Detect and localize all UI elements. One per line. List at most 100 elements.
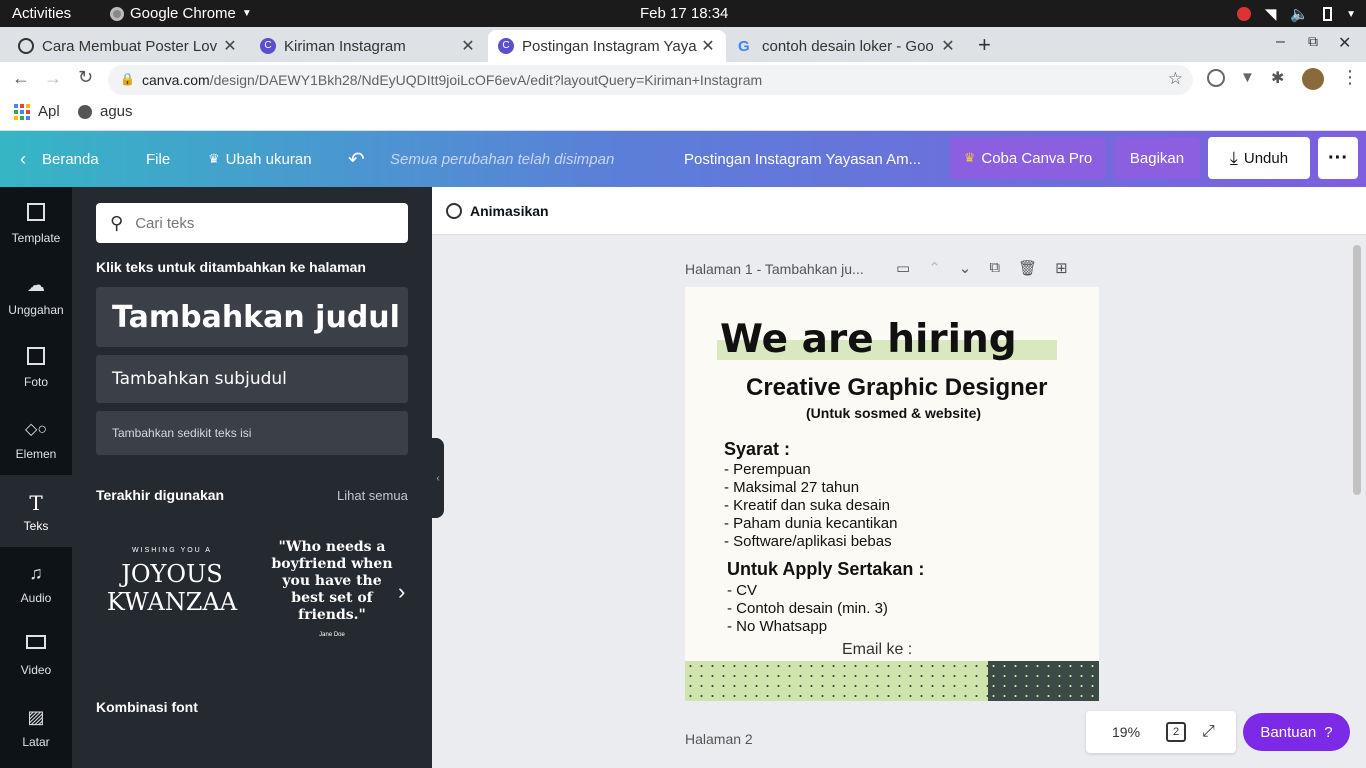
page1-label[interactable]: Halaman 1 - Tambahkan ju...: [685, 261, 864, 277]
chevron-right-icon[interactable]: ›: [398, 579, 405, 605]
menu-kebab-icon[interactable]: ⋮: [1341, 67, 1359, 88]
file-label: File: [146, 150, 171, 168]
duplicate-icon[interactable]: ⧉: [989, 259, 1000, 277]
extension-icon[interactable]: [1207, 69, 1225, 87]
design-page[interactable]: We are hiring Creative Graphic Designer …: [685, 287, 1099, 701]
close-icon[interactable]: ✕: [940, 36, 956, 56]
design-apply-items[interactable]: - CV - Contoh desain (min. 3) - No Whats…: [727, 582, 888, 636]
minimize-button[interactable]: –: [1276, 33, 1285, 51]
animate-button[interactable]: Animasikan: [446, 202, 549, 219]
rail-item-text[interactable]: T Teks: [0, 475, 72, 547]
upload-icon: ☁: [27, 275, 45, 295]
requirement-item: - Maksimal 27 tahun: [724, 479, 860, 496]
trash-icon[interactable]: 🗑: [1018, 259, 1037, 277]
add-page-icon[interactable]: ⊞: [1055, 259, 1068, 277]
close-icon[interactable]: ✕: [460, 36, 476, 56]
try-pro-button[interactable]: ♛ Coba Canva Pro: [950, 137, 1106, 179]
rail-label: Unggahan: [8, 303, 64, 317]
url-bar[interactable]: 🔒 canva.com/design/DAEWY1Bkh28/NdEyUQDIt…: [108, 65, 1193, 95]
add-body-label: Tambahkan sedikit teks isi: [112, 426, 252, 440]
bookmark-apps[interactable]: Apl: [14, 103, 60, 120]
add-heading-button[interactable]: Tambahkan judul: [96, 287, 408, 347]
canva-header: ‹ Beranda File ♛ Ubah ukuran ↶ Semua per…: [0, 131, 1366, 187]
rail-item-template[interactable]: Template: [0, 187, 72, 259]
search-input[interactable]: [135, 214, 386, 232]
restore-button[interactable]: ⧉: [1308, 33, 1318, 50]
tab-postingan-instagram[interactable]: C Postingan Instagram Yaya ✕: [488, 30, 726, 62]
system-tray[interactable]: ◥ 🔈 ▼: [1236, 5, 1356, 23]
zoom-controls: 19% 2 ⤢: [1086, 711, 1236, 753]
puzzle-icon[interactable]: ✱: [1271, 68, 1284, 88]
chevron-up-icon[interactable]: ⌃: [928, 259, 941, 277]
design-role-note[interactable]: (Untuk sosmed & website): [806, 405, 981, 421]
rail-item-photo[interactable]: Foto: [0, 331, 72, 403]
undo-button[interactable]: ↶: [348, 131, 365, 187]
app-menu[interactable]: Google Chrome ▼: [110, 5, 252, 22]
note-icon[interactable]: ▭: [896, 259, 910, 277]
star-icon[interactable]: ☆: [1168, 69, 1183, 89]
notification-icon: [1236, 7, 1251, 21]
back-icon[interactable]: ←: [12, 68, 30, 89]
vertical-scrollbar[interactable]: [1352, 237, 1362, 767]
design-role[interactable]: Creative Graphic Designer: [746, 374, 1047, 402]
page2-label[interactable]: Halaman 2: [685, 731, 753, 747]
collapse-panel-handle[interactable]: ‹: [432, 438, 444, 518]
close-window-button[interactable]: ✕: [1338, 33, 1351, 53]
recent-line2: KWANZAA: [106, 588, 238, 616]
home-button[interactable]: ‹ Beranda: [20, 131, 99, 187]
rail-label: Teks: [23, 519, 49, 533]
page-count-badge[interactable]: 2: [1166, 722, 1187, 742]
photo-icon: [27, 347, 45, 365]
tab-contoh-desain[interactable]: G contoh desain loker - Goo ✕: [728, 30, 966, 62]
rail-item-video[interactable]: Video: [0, 619, 72, 691]
forward-icon[interactable]: →: [44, 68, 62, 89]
chevron-down-icon[interactable]: ⌄: [959, 259, 972, 277]
recent-title: Terakhir digunakan: [96, 487, 225, 503]
rail-label: Template: [11, 231, 61, 245]
reload-icon[interactable]: ↻: [78, 67, 93, 88]
chevron-down-icon: ▼: [1346, 8, 1356, 20]
design-apply-title[interactable]: Untuk Apply Sertakan :: [727, 559, 924, 580]
design-headline[interactable]: We are hiring: [720, 317, 1017, 362]
audio-icon: ♫: [29, 563, 43, 583]
design-requirements[interactable]: - Perempuan - Maksimal 27 tahun - Kreati…: [724, 461, 897, 551]
more-button[interactable]: ···: [1318, 137, 1358, 179]
fullscreen-icon[interactable]: ⤢: [1202, 723, 1215, 741]
close-icon[interactable]: ✕: [222, 36, 238, 56]
clock[interactable]: Feb 17 18:34: [640, 5, 728, 22]
download-button[interactable]: ⤓ Unduh: [1208, 137, 1310, 179]
tab-title: Cara Membuat Poster Lov: [42, 37, 218, 55]
tab-poster-lov[interactable]: Cara Membuat Poster Lov ✕: [8, 30, 248, 62]
recent-text-quote[interactable]: "Who needs a boyfriend when you have the…: [268, 539, 396, 638]
url-path: /design/DAEWY1Bkh28/NdEyUQDItt9joiLcOF6e…: [209, 72, 763, 88]
rail-item-upload[interactable]: ☁ Unggahan: [0, 259, 72, 331]
search-box[interactable]: ⚲: [96, 203, 408, 243]
rail-item-elements[interactable]: ◇○ Elemen: [0, 403, 72, 475]
tab-kiriman-instagram[interactable]: C Kiriman Instagram ✕: [250, 30, 486, 62]
document-title[interactable]: Postingan Instagram Yayasan Am...: [684, 131, 921, 187]
share-button[interactable]: Bagikan: [1114, 137, 1200, 179]
add-subheading-button[interactable]: Tambahkan subjudul: [96, 355, 408, 403]
avatar[interactable]: [1302, 68, 1324, 90]
chevron-down-icon: ▼: [241, 8, 252, 19]
bookmark-label: agus: [100, 103, 133, 120]
scrollbar-thumb[interactable]: [1353, 245, 1361, 495]
bookmark-agus[interactable]: agus: [78, 103, 133, 120]
help-button[interactable]: Bantuan ?: [1243, 713, 1350, 751]
design-email-label[interactable]: Email ke :: [842, 641, 912, 659]
file-button[interactable]: File: [146, 131, 170, 187]
recent-text-kwanzaa[interactable]: WISHING YOU A JOYOUS KWANZAA: [102, 547, 242, 637]
activities-button[interactable]: Activities: [12, 5, 71, 22]
add-body-button[interactable]: Tambahkan sedikit teks isi: [96, 411, 408, 455]
close-icon[interactable]: ✕: [700, 36, 716, 56]
rail-item-audio[interactable]: ♫ Audio: [0, 547, 72, 619]
rail-item-background[interactable]: ▨ Latar: [0, 691, 72, 763]
see-all-link[interactable]: Lihat semua: [337, 488, 408, 503]
vimeo-extension-icon[interactable]: ▼: [1240, 69, 1255, 86]
new-tab-button[interactable]: +: [978, 32, 991, 58]
design-req-title[interactable]: Syarat :: [724, 439, 790, 460]
chevron-left-icon: ‹: [20, 148, 26, 169]
zoom-level[interactable]: 19%: [1112, 724, 1140, 740]
resize-button[interactable]: ♛ Ubah ukuran: [208, 131, 312, 187]
horizontal-scrollbar[interactable]: [432, 757, 1366, 767]
